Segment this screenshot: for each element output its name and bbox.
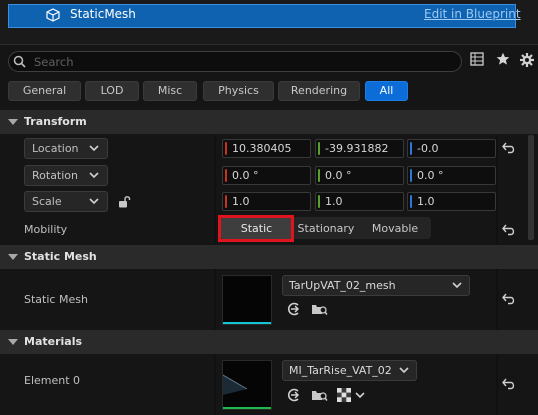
highlight-annotation-box bbox=[218, 215, 294, 242]
section-title: Transform bbox=[24, 115, 87, 128]
reset-to-default-icon[interactable] bbox=[502, 293, 516, 305]
tab-lod[interactable]: LOD bbox=[85, 81, 139, 101]
mobility-label: Mobility bbox=[24, 223, 68, 236]
static-mesh-label: Static Mesh bbox=[24, 293, 88, 306]
collapse-arrow-icon bbox=[8, 254, 18, 260]
rotation-z-field[interactable]: 0.0 ° bbox=[407, 166, 496, 185]
material-asset-name: MI_TarRise_VAT_02 bbox=[289, 364, 392, 377]
location-y-field[interactable]: -39.931882 bbox=[315, 139, 404, 158]
material-element-label: Element 0 bbox=[24, 374, 81, 387]
column-divider bbox=[496, 135, 498, 415]
collapse-arrow-icon bbox=[8, 339, 18, 345]
location-mode-dropdown[interactable]: Location bbox=[24, 138, 108, 159]
tab-physics[interactable]: Physics bbox=[203, 81, 274, 101]
search-icon bbox=[13, 55, 26, 68]
location-x-value: 10.380405 bbox=[232, 142, 292, 155]
location-y-value: -39.931882 bbox=[325, 142, 389, 155]
location-x-field[interactable]: 10.380405 bbox=[222, 139, 311, 158]
scale-z-value: 1.0 bbox=[417, 195, 435, 208]
chevron-down-icon bbox=[89, 172, 99, 179]
edit-in-blueprint-link[interactable]: Edit in Blueprint bbox=[424, 7, 521, 21]
chevron-down-icon bbox=[89, 198, 99, 205]
tab-rendering[interactable]: Rendering bbox=[278, 81, 360, 101]
component-name: StaticMesh bbox=[70, 7, 136, 21]
asset-type-strip bbox=[223, 407, 271, 409]
reset-to-default-icon[interactable] bbox=[502, 142, 516, 154]
rotation-y-field[interactable]: 0.0 ° bbox=[315, 166, 404, 185]
search-input[interactable] bbox=[34, 53, 454, 70]
location-z-field[interactable]: -0.0 bbox=[407, 139, 496, 158]
rotation-x-value: 0.0 ° bbox=[232, 169, 259, 182]
column-divider bbox=[214, 135, 216, 415]
scale-x-field[interactable]: 1.0 bbox=[222, 192, 311, 211]
favorites-star-icon[interactable] bbox=[496, 52, 510, 66]
scale-y-value: 1.0 bbox=[325, 195, 343, 208]
materials-section-header[interactable]: Materials bbox=[0, 330, 538, 354]
rotation-label: Rotation bbox=[32, 169, 79, 182]
settings-gear-icon[interactable] bbox=[519, 52, 535, 68]
chevron-down-icon bbox=[399, 367, 409, 374]
location-z-value: -0.0 bbox=[417, 142, 439, 155]
scale-mode-dropdown[interactable]: Scale bbox=[24, 191, 108, 212]
asset-type-strip bbox=[223, 322, 271, 324]
chevron-down-icon bbox=[452, 282, 462, 289]
property-matrix-icon[interactable] bbox=[470, 52, 484, 66]
browse-asset-icon[interactable] bbox=[311, 302, 328, 316]
chevron-down-icon[interactable] bbox=[355, 392, 365, 399]
material-thumbnail[interactable] bbox=[222, 360, 272, 410]
static-mesh-asset-dropdown[interactable]: TarUpVAT_02_mesh bbox=[282, 275, 470, 296]
use-selected-asset-icon[interactable] bbox=[287, 302, 301, 316]
collapse-arrow-icon bbox=[8, 119, 18, 125]
rotation-z-value: 0.0 ° bbox=[417, 169, 444, 182]
mobility-movable-button[interactable]: Movable bbox=[360, 218, 430, 239]
texture-checker-icon[interactable] bbox=[337, 388, 351, 402]
transform-section-header[interactable]: Transform bbox=[0, 110, 538, 134]
material-asset-dropdown[interactable]: MI_TarRise_VAT_02 bbox=[282, 360, 417, 381]
static-mesh-cube-icon bbox=[46, 8, 60, 22]
location-label: Location bbox=[32, 142, 79, 155]
static-mesh-asset-name: TarUpVAT_02_mesh bbox=[289, 279, 396, 292]
scale-y-field[interactable]: 1.0 bbox=[315, 192, 404, 211]
scale-label: Scale bbox=[32, 195, 62, 208]
rotation-x-field[interactable]: 0.0 ° bbox=[222, 166, 311, 185]
rotation-y-value: 0.0 ° bbox=[325, 169, 352, 182]
static-mesh-thumbnail[interactable] bbox=[222, 275, 272, 325]
reset-to-default-icon[interactable] bbox=[502, 378, 516, 390]
browse-asset-icon[interactable] bbox=[311, 388, 328, 402]
chevron-down-icon bbox=[89, 145, 99, 152]
tab-all[interactable]: All bbox=[365, 81, 408, 101]
tab-general[interactable]: General bbox=[8, 81, 81, 101]
panel-divider bbox=[0, 44, 538, 45]
section-title: Static Mesh bbox=[24, 250, 97, 263]
tab-misc[interactable]: Misc bbox=[143, 81, 197, 101]
scale-x-value: 1.0 bbox=[232, 195, 250, 208]
static-mesh-section-header[interactable]: Static Mesh bbox=[0, 245, 538, 269]
reset-to-default-icon[interactable] bbox=[502, 224, 516, 236]
mobility-stationary-button[interactable]: Stationary bbox=[294, 218, 358, 239]
rotation-mode-dropdown[interactable]: Rotation bbox=[24, 165, 108, 186]
use-selected-asset-icon[interactable] bbox=[287, 388, 301, 402]
unlock-icon[interactable] bbox=[117, 195, 131, 209]
scale-z-field[interactable]: 1.0 bbox=[407, 192, 496, 211]
section-title: Materials bbox=[24, 335, 83, 348]
scrollbar[interactable] bbox=[528, 135, 534, 240]
